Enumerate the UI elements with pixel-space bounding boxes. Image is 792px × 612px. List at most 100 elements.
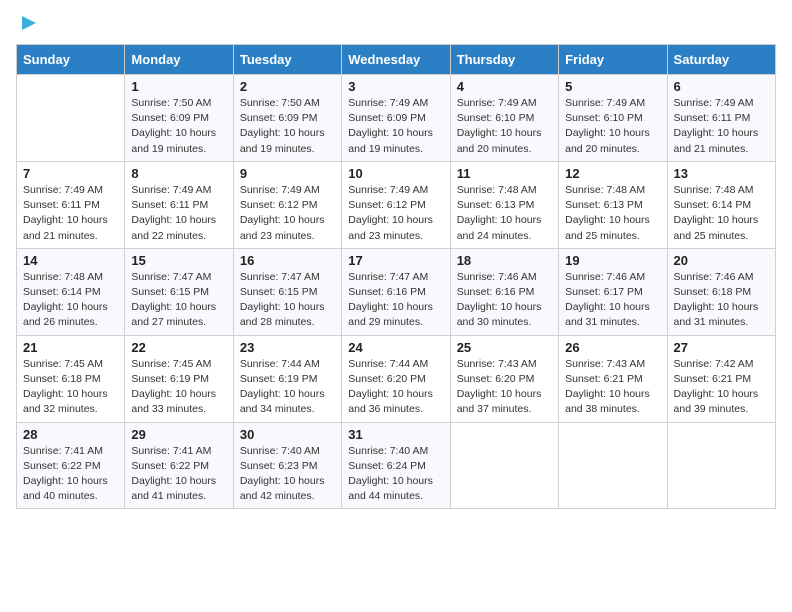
sunset-label: Sunset: 6:16 PM — [348, 286, 426, 298]
day-info: Sunrise: 7:47 AM Sunset: 6:15 PM Dayligh… — [131, 270, 226, 331]
day-info: Sunrise: 7:47 AM Sunset: 6:15 PM Dayligh… — [240, 270, 335, 331]
calendar-cell: 30 Sunrise: 7:40 AM Sunset: 6:23 PM Dayl… — [233, 422, 341, 509]
calendar-cell: 12 Sunrise: 7:48 AM Sunset: 6:13 PM Dayl… — [559, 161, 667, 248]
sunset-label: Sunset: 6:18 PM — [674, 286, 752, 298]
daylight-label: Daylight: 10 hours and 42 minutes. — [240, 475, 325, 502]
sunset-label: Sunset: 6:15 PM — [131, 286, 209, 298]
calendar-cell: 11 Sunrise: 7:48 AM Sunset: 6:13 PM Dayl… — [450, 161, 558, 248]
calendar-cell: 1 Sunrise: 7:50 AM Sunset: 6:09 PM Dayli… — [125, 75, 233, 162]
sunset-label: Sunset: 6:21 PM — [674, 373, 752, 385]
calendar-cell: 4 Sunrise: 7:49 AM Sunset: 6:10 PM Dayli… — [450, 75, 558, 162]
daylight-label: Daylight: 10 hours and 31 minutes. — [565, 301, 650, 328]
sunset-label: Sunset: 6:10 PM — [457, 112, 535, 124]
calendar-cell: 7 Sunrise: 7:49 AM Sunset: 6:11 PM Dayli… — [17, 161, 125, 248]
day-number: 18 — [457, 253, 552, 268]
sunrise-label: Sunrise: 7:43 AM — [457, 358, 537, 370]
sunrise-label: Sunrise: 7:40 AM — [240, 445, 320, 457]
sunset-label: Sunset: 6:17 PM — [565, 286, 643, 298]
sunset-label: Sunset: 6:22 PM — [131, 460, 209, 472]
day-info: Sunrise: 7:49 AM Sunset: 6:12 PM Dayligh… — [240, 183, 335, 244]
sunrise-label: Sunrise: 7:48 AM — [674, 184, 754, 196]
sunset-label: Sunset: 6:19 PM — [240, 373, 318, 385]
calendar-cell — [667, 422, 775, 509]
day-info: Sunrise: 7:49 AM Sunset: 6:10 PM Dayligh… — [565, 96, 660, 157]
sunrise-label: Sunrise: 7:46 AM — [674, 271, 754, 283]
calendar-week-4: 21 Sunrise: 7:45 AM Sunset: 6:18 PM Dayl… — [17, 335, 776, 422]
sunrise-label: Sunrise: 7:50 AM — [240, 97, 320, 109]
daylight-label: Daylight: 10 hours and 38 minutes. — [565, 388, 650, 415]
day-number: 30 — [240, 427, 335, 442]
sunset-label: Sunset: 6:11 PM — [674, 112, 751, 124]
daylight-label: Daylight: 10 hours and 19 minutes. — [240, 127, 325, 154]
calendar-cell: 9 Sunrise: 7:49 AM Sunset: 6:12 PM Dayli… — [233, 161, 341, 248]
sunset-label: Sunset: 6:13 PM — [565, 199, 643, 211]
daylight-label: Daylight: 10 hours and 44 minutes. — [348, 475, 433, 502]
calendar-week-3: 14 Sunrise: 7:48 AM Sunset: 6:14 PM Dayl… — [17, 248, 776, 335]
daylight-label: Daylight: 10 hours and 40 minutes. — [23, 475, 108, 502]
sunrise-label: Sunrise: 7:43 AM — [565, 358, 645, 370]
day-info: Sunrise: 7:49 AM Sunset: 6:11 PM Dayligh… — [674, 96, 769, 157]
calendar-cell: 15 Sunrise: 7:47 AM Sunset: 6:15 PM Dayl… — [125, 248, 233, 335]
daylight-label: Daylight: 10 hours and 19 minutes. — [348, 127, 433, 154]
calendar-cell: 27 Sunrise: 7:42 AM Sunset: 6:21 PM Dayl… — [667, 335, 775, 422]
sunrise-label: Sunrise: 7:45 AM — [23, 358, 103, 370]
daylight-label: Daylight: 10 hours and 24 minutes. — [457, 214, 542, 241]
day-number: 12 — [565, 166, 660, 181]
sunset-label: Sunset: 6:18 PM — [23, 373, 101, 385]
daylight-label: Daylight: 10 hours and 26 minutes. — [23, 301, 108, 328]
sunset-label: Sunset: 6:13 PM — [457, 199, 535, 211]
weekday-header-thursday: Thursday — [450, 45, 558, 75]
daylight-label: Daylight: 10 hours and 41 minutes. — [131, 475, 216, 502]
day-info: Sunrise: 7:47 AM Sunset: 6:16 PM Dayligh… — [348, 270, 443, 331]
sunrise-label: Sunrise: 7:41 AM — [131, 445, 211, 457]
calendar-cell — [17, 75, 125, 162]
sunrise-label: Sunrise: 7:48 AM — [457, 184, 537, 196]
calendar-cell: 29 Sunrise: 7:41 AM Sunset: 6:22 PM Dayl… — [125, 422, 233, 509]
sunrise-label: Sunrise: 7:47 AM — [348, 271, 428, 283]
sunrise-label: Sunrise: 7:49 AM — [240, 184, 320, 196]
calendar-cell: 28 Sunrise: 7:41 AM Sunset: 6:22 PM Dayl… — [17, 422, 125, 509]
calendar-cell: 24 Sunrise: 7:44 AM Sunset: 6:20 PM Dayl… — [342, 335, 450, 422]
day-number: 28 — [23, 427, 118, 442]
calendar-body: 1 Sunrise: 7:50 AM Sunset: 6:09 PM Dayli… — [17, 75, 776, 509]
calendar-table: SundayMondayTuesdayWednesdayThursdayFrid… — [16, 44, 776, 509]
sunset-label: Sunset: 6:14 PM — [674, 199, 752, 211]
sunrise-label: Sunrise: 7:49 AM — [565, 97, 645, 109]
sunrise-label: Sunrise: 7:50 AM — [131, 97, 211, 109]
day-info: Sunrise: 7:46 AM Sunset: 6:16 PM Dayligh… — [457, 270, 552, 331]
day-number: 7 — [23, 166, 118, 181]
day-number: 6 — [674, 79, 769, 94]
day-number: 1 — [131, 79, 226, 94]
daylight-label: Daylight: 10 hours and 39 minutes. — [674, 388, 759, 415]
day-number: 31 — [348, 427, 443, 442]
daylight-label: Daylight: 10 hours and 27 minutes. — [131, 301, 216, 328]
sunset-label: Sunset: 6:21 PM — [565, 373, 643, 385]
day-info: Sunrise: 7:48 AM Sunset: 6:13 PM Dayligh… — [457, 183, 552, 244]
daylight-label: Daylight: 10 hours and 29 minutes. — [348, 301, 433, 328]
daylight-label: Daylight: 10 hours and 21 minutes. — [23, 214, 108, 241]
calendar-cell: 10 Sunrise: 7:49 AM Sunset: 6:12 PM Dayl… — [342, 161, 450, 248]
day-number: 25 — [457, 340, 552, 355]
sunrise-label: Sunrise: 7:46 AM — [565, 271, 645, 283]
calendar-cell: 21 Sunrise: 7:45 AM Sunset: 6:18 PM Dayl… — [17, 335, 125, 422]
sunrise-label: Sunrise: 7:49 AM — [674, 97, 754, 109]
calendar-cell: 3 Sunrise: 7:49 AM Sunset: 6:09 PM Dayli… — [342, 75, 450, 162]
logo — [16, 16, 40, 38]
day-info: Sunrise: 7:49 AM Sunset: 6:09 PM Dayligh… — [348, 96, 443, 157]
daylight-label: Daylight: 10 hours and 20 minutes. — [565, 127, 650, 154]
calendar-cell: 18 Sunrise: 7:46 AM Sunset: 6:16 PM Dayl… — [450, 248, 558, 335]
calendar-cell: 19 Sunrise: 7:46 AM Sunset: 6:17 PM Dayl… — [559, 248, 667, 335]
sunset-label: Sunset: 6:09 PM — [240, 112, 318, 124]
day-number: 20 — [674, 253, 769, 268]
weekday-header-monday: Monday — [125, 45, 233, 75]
daylight-label: Daylight: 10 hours and 32 minutes. — [23, 388, 108, 415]
day-info: Sunrise: 7:50 AM Sunset: 6:09 PM Dayligh… — [131, 96, 226, 157]
calendar-cell: 13 Sunrise: 7:48 AM Sunset: 6:14 PM Dayl… — [667, 161, 775, 248]
day-number: 11 — [457, 166, 552, 181]
sunrise-label: Sunrise: 7:47 AM — [240, 271, 320, 283]
day-info: Sunrise: 7:44 AM Sunset: 6:19 PM Dayligh… — [240, 357, 335, 418]
sunrise-label: Sunrise: 7:49 AM — [23, 184, 103, 196]
day-number: 24 — [348, 340, 443, 355]
day-number: 15 — [131, 253, 226, 268]
day-number: 29 — [131, 427, 226, 442]
